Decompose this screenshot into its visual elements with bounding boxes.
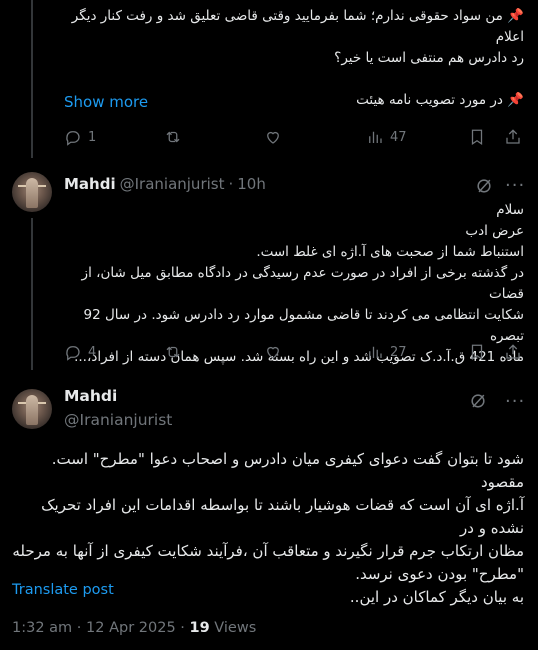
tweet2-actions: 4 27 xyxy=(64,343,524,365)
tweet3-line: آ.اژه ای آن است که قضات هوشیار باشند تا … xyxy=(41,496,524,537)
share-icon xyxy=(506,344,520,359)
heart-icon xyxy=(267,346,279,359)
author-name[interactable]: Mahdi xyxy=(64,175,116,193)
grok-button[interactable] xyxy=(468,391,488,415)
timestamp[interactable]: 10h xyxy=(237,175,266,193)
repost-icon xyxy=(166,346,180,358)
like-button[interactable] xyxy=(264,343,282,361)
separator-dot: · xyxy=(76,620,82,636)
avatar[interactable] xyxy=(12,389,52,429)
tweet2-line: سلام xyxy=(496,202,524,218)
avatar[interactable] xyxy=(12,172,52,212)
views-count: 27 xyxy=(390,344,407,360)
tweet3-line: مظان ارتکاب جرم قرار نگیرند و متعاقب آن … xyxy=(12,542,524,560)
views-label: Views xyxy=(214,620,257,636)
more-options-button[interactable]: ··· xyxy=(505,391,525,412)
tweet2-line: شکایت انتظامی می کردند تا قاضی مشمول موا… xyxy=(83,307,525,344)
separator-dot: · xyxy=(228,175,234,193)
grok-icon xyxy=(477,179,491,193)
like-button[interactable] xyxy=(264,128,282,146)
analytics-icon xyxy=(369,346,382,358)
views-count: 19 xyxy=(189,620,210,636)
bookmark-icon xyxy=(471,129,483,145)
grok-button[interactable] xyxy=(474,176,494,200)
tweet1-line: رد دادرس هم منتفی است یا خیر؟ xyxy=(334,50,524,66)
author-name[interactable]: Mahdi xyxy=(64,387,117,405)
tweet2-line: عرض ادب xyxy=(465,223,524,239)
more-options-button[interactable]: ··· xyxy=(505,175,525,196)
thread-line xyxy=(31,0,33,158)
reply-count: 1 xyxy=(88,129,97,145)
bookmark-button[interactable] xyxy=(468,128,486,146)
repost-button[interactable] xyxy=(164,128,182,146)
author-handle[interactable]: @Iranianjurist xyxy=(64,411,172,429)
repost-icon xyxy=(166,131,180,143)
separator-dot: · xyxy=(180,620,185,636)
translate-post-link[interactable]: Translate post xyxy=(12,582,114,598)
reply-count: 4 xyxy=(88,344,97,360)
views-button[interactable]: 27 xyxy=(366,343,407,361)
reply-button[interactable]: 1 xyxy=(64,128,96,146)
views-count: 47 xyxy=(390,129,407,145)
share-button[interactable] xyxy=(504,343,522,361)
show-more-link[interactable]: Show more xyxy=(64,93,148,111)
share-icon xyxy=(506,129,520,144)
reply-button[interactable]: 4 xyxy=(64,343,96,361)
tweet3-line: شود تا بتوان گفت دعوای کیفری میان دادرس … xyxy=(51,450,524,491)
post-meta: 1:32 am · 12 Apr 2025 · 19 Views xyxy=(12,620,256,636)
grok-icon xyxy=(471,394,485,408)
post-date[interactable]: 12 Apr 2025 xyxy=(86,620,176,636)
bookmark-icon xyxy=(471,344,483,360)
tweet1-actions: 1 47 xyxy=(64,128,524,150)
tweet2-line: استنباط شما از صحبت های آ.اژه ای غلط است… xyxy=(256,244,524,260)
bookmark-button[interactable] xyxy=(468,343,486,361)
analytics-icon xyxy=(369,131,382,143)
tweet2-header: Mahdi @Iranianjurist · 10h xyxy=(64,175,266,193)
tweet2-line: در گذشته برخی از افراد در صورت عدم رسیدگ… xyxy=(81,265,524,302)
views-button[interactable]: 47 xyxy=(366,128,407,146)
reply-icon xyxy=(66,346,80,361)
thread-line xyxy=(31,218,33,370)
tweet1-line: 📌 من سواد حقوقی ندارم؛ شما بفرمایید وقتی… xyxy=(71,8,524,45)
post-time[interactable]: 1:32 am xyxy=(12,620,72,636)
reply-icon xyxy=(66,131,80,146)
author-handle[interactable]: @Iranianjurist xyxy=(120,175,225,193)
repost-button[interactable] xyxy=(164,343,182,361)
heart-icon xyxy=(267,131,279,144)
share-button[interactable] xyxy=(504,128,522,146)
